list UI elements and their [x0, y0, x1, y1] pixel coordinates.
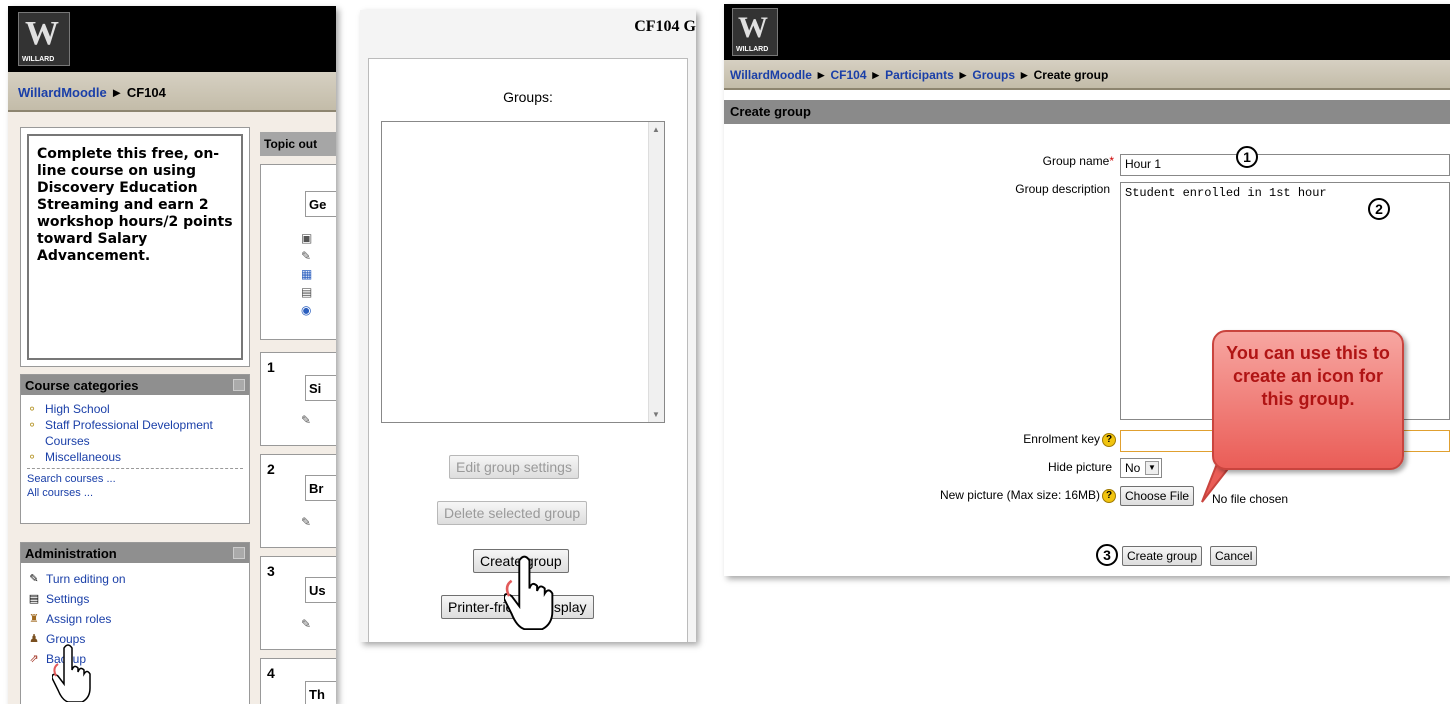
topic-section-general: Ge ▣ ✎ ▦ ▤ ◉: [260, 164, 336, 340]
delete-selected-group-button[interactable]: Delete selected group: [437, 501, 588, 525]
block-hide-icon[interactable]: [233, 547, 245, 559]
enrolment-key-label: Enrolment key?: [854, 432, 1116, 447]
breadcrumb-course-link[interactable]: CF104: [830, 68, 866, 82]
course-intro-text: Complete this free, on-line course on us…: [27, 134, 243, 360]
block-header: Administration: [21, 543, 249, 563]
topic-section-3: 3 Us ✎: [260, 556, 336, 650]
course-categories-block: Course categories ⚬ High School ⚬ Staff …: [20, 374, 250, 524]
breadcrumb-current: Create group: [1033, 68, 1109, 82]
search-courses-link[interactable]: Search courses ...: [27, 472, 243, 486]
resource-icon: ✎: [301, 413, 312, 427]
breadcrumb-home-link[interactable]: WillardMoodle: [18, 85, 107, 100]
breadcrumb-separator: ►: [110, 85, 124, 100]
admin-turn-editing-on[interactable]: ✎ Turn editing on: [27, 569, 243, 589]
page-title: CF104 G: [634, 18, 696, 35]
form-header: Create group: [724, 100, 1450, 124]
hand-cursor-icon: [52, 644, 91, 702]
hand-cursor-icon: [504, 555, 554, 630]
topic-label: Ge: [305, 191, 336, 217]
block-hide-icon[interactable]: [233, 379, 245, 391]
hide-picture-select[interactable]: No ▼: [1120, 458, 1162, 478]
step-marker-1: 1: [1236, 146, 1258, 168]
backup-icon: ⇗: [29, 653, 39, 665]
groups-listbox[interactable]: ▲ ▼: [381, 121, 665, 423]
category-high-school[interactable]: ⚬ High School: [27, 401, 243, 417]
create-group-submit-button[interactable]: Create group: [1122, 546, 1203, 566]
required-icon: *: [1109, 154, 1114, 168]
breadcrumb-groups-link[interactable]: Groups: [972, 68, 1015, 82]
resource-icon: ▣: [301, 231, 313, 245]
topic-label: Si: [305, 375, 336, 401]
group-name-label: Group name*: [1042, 154, 1114, 168]
category-icon: ⚬: [27, 418, 38, 432]
pencil-icon: ✎: [29, 573, 39, 585]
step-marker-3: 3: [1096, 544, 1118, 566]
all-courses-link[interactable]: All courses ...: [27, 486, 243, 500]
willard-logo: W WILLARD: [732, 8, 778, 56]
admin-settings[interactable]: ▤ Settings: [27, 589, 243, 609]
breadcrumb: WillardMoodle ► CF104 ► Participants ► G…: [724, 60, 1450, 90]
category-miscellaneous[interactable]: ⚬ Miscellaneous: [27, 449, 243, 465]
create-group-panel: W WILLARD WillardMoodle ► CF104 ► Partic…: [724, 4, 1450, 576]
breadcrumb-participants-link[interactable]: Participants: [885, 68, 954, 82]
topic-section-1: 1 Si ✎: [260, 352, 336, 446]
willard-logo: W WILLARD: [18, 12, 70, 66]
divider: [27, 468, 243, 469]
scroll-up-icon[interactable]: ▲: [652, 125, 660, 134]
groups-icon: ♟: [29, 633, 39, 645]
admin-assign-roles[interactable]: ♜ Assign roles: [27, 609, 243, 629]
course-body: Complete this free, on-line course on us…: [8, 112, 336, 704]
course-page-panel: W WILLARD WillardMoodle ► CF104 Complete…: [8, 6, 336, 704]
help-icon[interactable]: ?: [1102, 432, 1116, 447]
edit-group-settings-button[interactable]: Edit group settings: [449, 455, 579, 479]
choose-file-button[interactable]: Choose File: [1120, 486, 1195, 506]
groups-panel: CF104 G Groups: ▲ ▼ Edit group settings …: [360, 10, 696, 642]
callout-note: You can use this to create an icon for t…: [1212, 330, 1404, 470]
resource-icon: ✎: [301, 617, 312, 631]
breadcrumb-home-link[interactable]: WillardMoodle: [730, 68, 812, 82]
block-header: Course categories: [21, 375, 249, 395]
roles-icon: ♜: [29, 613, 39, 625]
web-link-icon: ◉: [301, 303, 312, 317]
site-header: W WILLARD: [724, 4, 1450, 60]
hide-picture-label: Hide picture: [1047, 460, 1112, 474]
topic-section-2: 2 Br ✎: [260, 454, 336, 548]
scroll-down-icon[interactable]: ▼: [652, 410, 660, 419]
group-description-label: Group description: [1015, 182, 1110, 196]
settings-document-icon: ▤: [28, 593, 40, 605]
topic-label: Th: [305, 681, 336, 704]
groups-label: Groups:: [503, 89, 553, 105]
topic-label: Br: [305, 475, 336, 501]
category-staff-pd[interactable]: ⚬ Staff Professional Development Courses: [27, 417, 243, 449]
course-intro-block: Complete this free, on-line course on us…: [20, 127, 250, 367]
new-picture-label: New picture (Max size: 16MB)?: [824, 488, 1116, 503]
word-doc-icon: ▦: [301, 267, 313, 281]
resource-icon: ✎: [301, 515, 312, 529]
site-header: W WILLARD: [8, 6, 336, 72]
category-icon: ⚬: [27, 402, 38, 416]
category-icon: ⚬: [27, 450, 38, 464]
chevron-down-icon: ▼: [1145, 461, 1159, 475]
topic-outline-header: Topic out: [260, 132, 336, 156]
cancel-button[interactable]: Cancel: [1210, 546, 1258, 566]
group-name-input[interactable]: Hour 1: [1120, 154, 1450, 176]
breadcrumb-course: CF104: [126, 85, 166, 100]
scrollbar[interactable]: ▲ ▼: [648, 122, 664, 422]
resource-icon: ✎: [301, 249, 312, 263]
text-page-icon: ▤: [301, 285, 313, 299]
topic-label: Us: [305, 577, 336, 603]
breadcrumb: WillardMoodle ► CF104: [8, 72, 336, 112]
topic-section-4: 4 Th: [260, 658, 336, 704]
step-marker-2: 2: [1368, 198, 1390, 220]
help-icon[interactable]: ?: [1102, 488, 1116, 503]
